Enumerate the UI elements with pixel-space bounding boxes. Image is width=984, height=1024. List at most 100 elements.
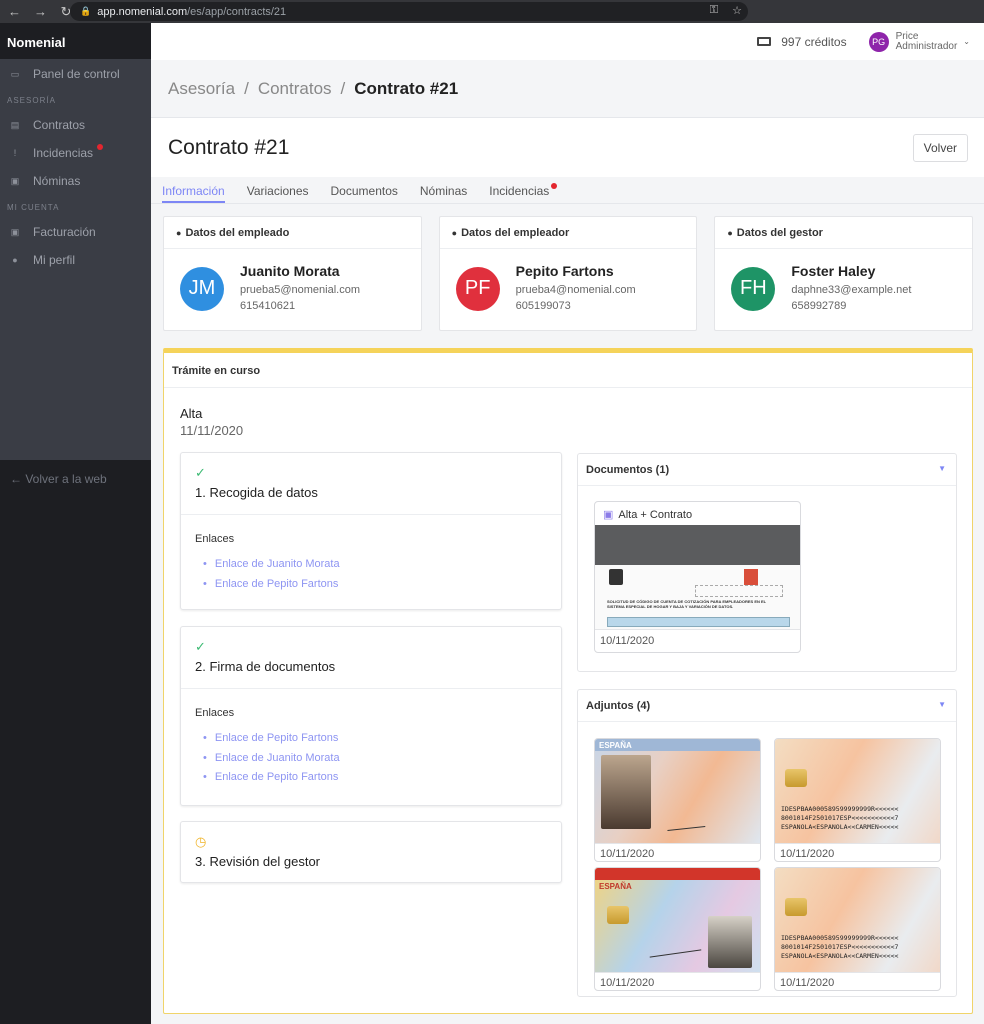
person-email: daphne33@example.net	[791, 284, 912, 296]
url-path: /es/app/contracts/21	[187, 5, 287, 18]
agency-logo-icon	[744, 569, 758, 585]
sidebar-item-label: Mi perfil	[33, 253, 76, 267]
money-icon	[757, 37, 772, 46]
check-icon: ✓	[195, 465, 206, 480]
mrz-line: 8001014F2501017ESP<<<<<<<<<<<7	[781, 943, 899, 951]
tab-incidencias[interactable]: Incidencias	[489, 177, 558, 203]
links-label: Enlaces	[195, 533, 235, 545]
chevron-down-icon: ⌄	[963, 37, 970, 46]
attachment-card[interactable]: IDESPBAA000589599999999R<<<<<< 8001014F2…	[774, 738, 941, 862]
user-icon: ●	[451, 228, 458, 238]
key-icon[interactable]: ⚿	[710, 4, 718, 17]
step-link[interactable]: Enlace de Pepito Fartons	[203, 768, 561, 788]
user-name: Price	[895, 30, 919, 42]
person-name: Juanito Morata	[240, 263, 340, 279]
document-name: Alta + Contrato	[618, 509, 693, 521]
avatar: FH	[731, 266, 776, 311]
check-icon: ✓	[195, 639, 206, 654]
sidebar-item-label: Incidencias	[33, 146, 94, 160]
caret-down-icon[interactable]: ▼	[938, 700, 946, 709]
tabs: Información Variaciones Documentos Nómin…	[151, 177, 984, 204]
lock-icon: 🔒	[80, 6, 92, 16]
sidebar-item-label: Facturación	[33, 225, 96, 239]
tramite-type: Alta	[180, 406, 203, 421]
caret-down-icon[interactable]: ▼	[938, 464, 946, 473]
breadcrumb-current: Contrato #21	[354, 78, 459, 98]
step-title: 2. Firma de documentos	[195, 659, 336, 674]
attachment-card[interactable]: ESPAÑA 10/11/2020	[594, 867, 761, 991]
sidebar-section-asesoria: ASESORÍA	[7, 96, 56, 105]
mrz-line: IDESPBAA000589599999999R<<<<<<	[781, 934, 899, 942]
sidebar-item-mi-perfil[interactable]: ● Mi perfil	[0, 246, 151, 274]
attachments-panel: Adjuntos (4) ▼ ESPAÑA 10/11/2020 IDESPBA…	[577, 689, 957, 997]
step-title: 3. Revisión del gestor	[195, 854, 321, 869]
address-bar[interactable]: 🔒 app.nomenial.com /es/app/contracts/21	[70, 2, 748, 21]
step-title: 1. Recogida de datos	[195, 485, 318, 500]
form-box	[695, 585, 783, 597]
avatar: PF	[455, 266, 500, 311]
attachments-header[interactable]: Adjuntos (4) ▼	[578, 690, 956, 722]
person-phone: 658992789	[791, 300, 847, 312]
sidebar-item-label: Nóminas	[33, 174, 81, 188]
tab-informacion[interactable]: Información	[162, 177, 225, 203]
sidebar-item-panel-de-control[interactable]: ▭ Panel de control	[0, 60, 151, 88]
tab-variaciones[interactable]: Variaciones	[247, 177, 309, 203]
documents-header[interactable]: Documentos (1) ▼	[578, 454, 956, 486]
mrz-line: ESPANOLA<ESPANOLA<<CARMEN<<<<<	[781, 952, 899, 960]
star-icon[interactable]: ☆	[732, 4, 742, 17]
card-title: Datos del gestor	[736, 227, 823, 239]
sidebar-item-contratos[interactable]: ▤ Contratos	[0, 111, 151, 139]
browser-nav: ← → ↻	[0, 4, 72, 20]
step-link[interactable]: Enlace de Juanito Morata	[203, 749, 561, 769]
sidebar-item-incidencias[interactable]: ! Incidencias	[0, 139, 151, 167]
attachment-date: 10/11/2020	[595, 843, 760, 861]
brand[interactable]: Nomenial	[0, 23, 151, 59]
card-title: Datos del empleado	[185, 227, 290, 239]
breadcrumb-item-contratos[interactable]: Contratos	[258, 79, 332, 99]
user-menu[interactable]: PG Price Administrador ⌄	[868, 30, 970, 52]
step-card: ◷ 3. Revisión del gestor	[180, 821, 562, 883]
pdf-icon: ▣	[603, 509, 614, 521]
step-link[interactable]: Enlace de Pepito Fartons	[203, 575, 561, 595]
attachment-card[interactable]: IDESPBAA000589599999999R<<<<<< 8001014F2…	[774, 867, 941, 991]
tab-nominas[interactable]: Nóminas	[420, 177, 467, 203]
back-arrow-icon[interactable]: ←	[8, 4, 21, 19]
tramite-header: Trámite en curso	[164, 353, 972, 388]
chip-icon	[785, 898, 807, 916]
back-to-web-link[interactable]: ← Volver a la web	[10, 472, 107, 486]
main-content: 997 créditos PG Price Administrador ⌄ As…	[151, 23, 984, 1024]
back-button[interactable]: Volver	[912, 133, 968, 162]
breadcrumb-separator: /	[244, 78, 249, 98]
sidebar-item-facturacion[interactable]: ▣ Facturación	[0, 218, 151, 246]
sidebar-section-mi-cuenta: MI CUENTA	[7, 203, 60, 212]
document-date: 10/11/2020	[595, 629, 800, 652]
forward-arrow-icon[interactable]: →	[34, 4, 47, 19]
tab-documentos[interactable]: Documentos	[331, 177, 398, 203]
document-card[interactable]: ▣ Alta + Contrato SOLICITUD DE CÓDIGO DE …	[594, 501, 801, 653]
mrz-line: IDESPBAA000589599999999R<<<<<<	[781, 805, 899, 813]
step-card: ✓ 1. Recogida de datos Enlaces Enlace de…	[180, 452, 562, 610]
notification-badge	[551, 183, 558, 189]
exclamation-icon: !	[13, 148, 17, 158]
sidebar-item-label: Contratos	[33, 118, 86, 132]
attachment-date: 10/11/2020	[775, 843, 940, 861]
person-email: prueba5@nomenial.com	[240, 284, 361, 296]
money-icon: ▣	[10, 226, 20, 237]
step-link[interactable]: Enlace de Pepito Fartons	[203, 729, 561, 749]
sidebar-item-nominas[interactable]: ▣ Nóminas	[0, 167, 151, 195]
dashboard-icon: ▭	[10, 68, 20, 79]
attachment-date: 10/11/2020	[595, 972, 760, 990]
sidebar-item-label: Panel de control	[33, 67, 120, 81]
attachment-date: 10/11/2020	[775, 972, 940, 990]
attachment-card[interactable]: ESPAÑA 10/11/2020	[594, 738, 761, 862]
browser-bar: ← → ↻ 🔒 app.nomenial.com /es/app/contrac…	[0, 0, 984, 23]
document-icon: ▤	[10, 119, 20, 130]
avatar: JM	[180, 266, 224, 311]
mrz-line: 8001014F2501017ESP<<<<<<<<<<<7	[781, 814, 899, 822]
people-cards: ● Datos del empleado JM Juanito Morata pr…	[151, 204, 984, 331]
breadcrumb-item-asesoria[interactable]: Asesoría	[168, 79, 235, 99]
step-link[interactable]: Enlace de Juanito Morata	[203, 555, 561, 575]
links-label: Enlaces	[195, 707, 235, 719]
person-name: Pepito Fartons	[515, 263, 614, 279]
top-bar: 997 créditos PG Price Administrador ⌄	[151, 23, 984, 60]
